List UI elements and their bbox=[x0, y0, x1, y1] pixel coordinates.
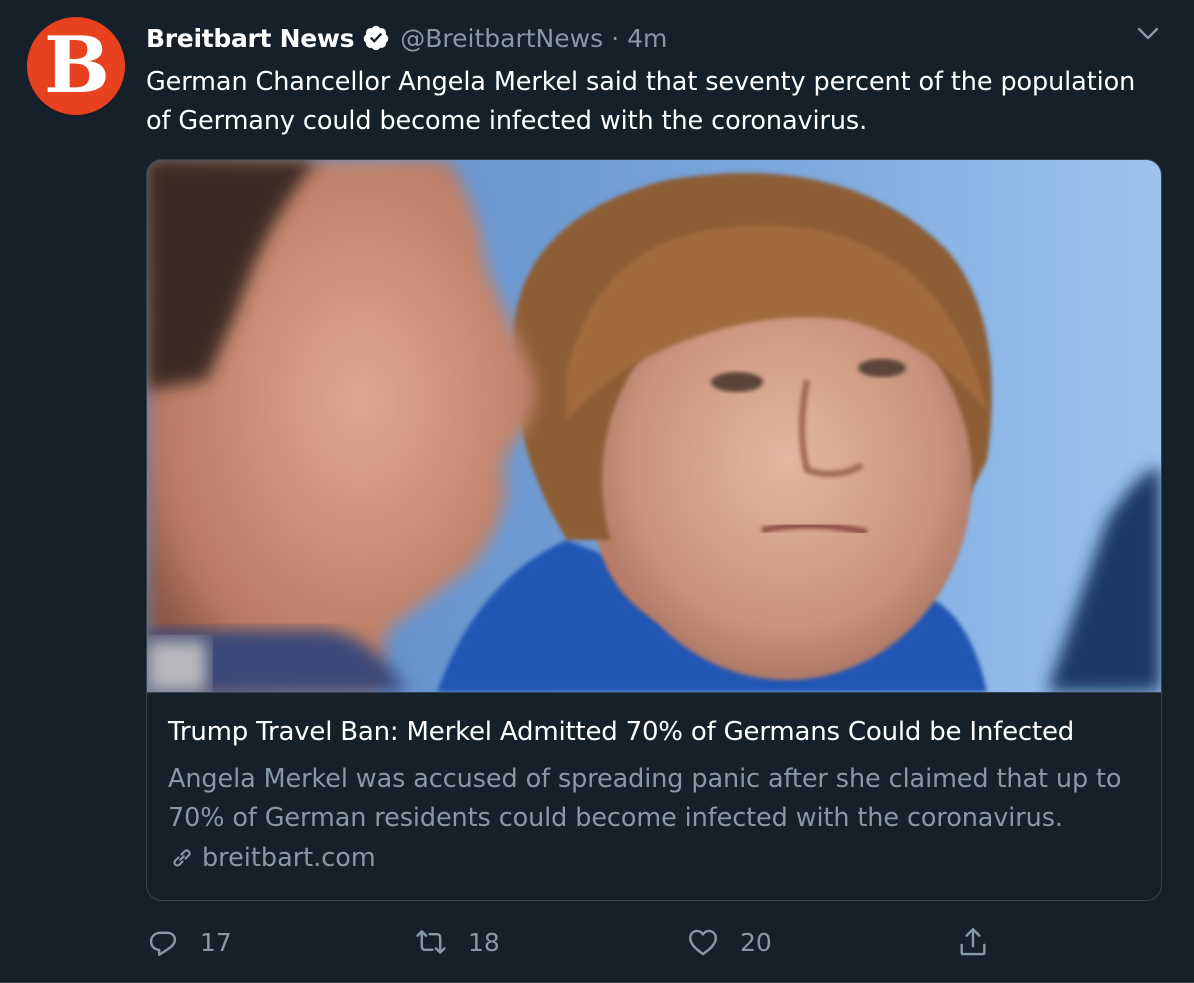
retweet-count: 18 bbox=[468, 927, 500, 957]
card-description: Angela Merkel was accused of spreading p… bbox=[168, 764, 1122, 833]
tweet-header: Breitbart News @BreitbartNews · 4m bbox=[146, 20, 667, 56]
like-count: 20 bbox=[740, 927, 772, 957]
display-name[interactable]: Breitbart News bbox=[146, 24, 355, 53]
card-photo bbox=[147, 160, 1161, 692]
card-domain-text: breitbart.com bbox=[202, 843, 376, 873]
share-icon bbox=[960, 928, 986, 956]
breitbart-logo: B bbox=[44, 20, 110, 111]
separator-dot: · bbox=[611, 23, 620, 53]
verified-badge-icon bbox=[364, 25, 389, 51]
retweet-icon bbox=[416, 930, 446, 954]
like-button[interactable]: 20 bbox=[686, 922, 772, 962]
reply-count: 17 bbox=[200, 927, 232, 957]
chevron-down-icon[interactable] bbox=[1130, 18, 1166, 50]
timestamp[interactable]: 4m bbox=[627, 24, 667, 53]
card-image[interactable] bbox=[147, 160, 1161, 693]
card-domain: breitbart.com bbox=[168, 843, 376, 873]
share-button[interactable] bbox=[956, 922, 990, 962]
link-icon bbox=[173, 849, 191, 867]
link-card[interactable]: Trump Travel Ban: Merkel Admitted 70% of… bbox=[146, 159, 1162, 901]
card-title: Trump Travel Ban: Merkel Admitted 70% of… bbox=[168, 717, 1075, 747]
user-handle[interactable]: @BreitbartNews bbox=[400, 24, 603, 53]
heart-icon bbox=[689, 929, 717, 956]
retweet-button[interactable]: 18 bbox=[414, 922, 500, 962]
tweet-actions: 17 18 20 bbox=[146, 922, 1006, 962]
avatar[interactable]: B bbox=[27, 17, 125, 115]
reply-icon bbox=[149, 931, 177, 956]
tweet[interactable]: B Breitbart News @BreitbartNews · 4m Ger… bbox=[0, 0, 1194, 983]
tweet-text: German Chancellor Angela Merkel said tha… bbox=[146, 67, 1136, 136]
reply-button[interactable]: 17 bbox=[146, 922, 232, 962]
